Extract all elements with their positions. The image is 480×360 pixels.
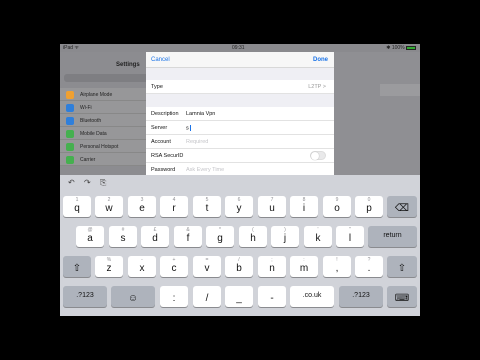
return-key[interactable]: return — [368, 226, 417, 247]
settings-title: Settings — [116, 62, 140, 68]
account-label: Account — [151, 139, 171, 145]
keyboard-toolbar: ↶ ↷ ⎘ — [60, 175, 420, 191]
redo-icon[interactable]: ↷ — [84, 178, 91, 187]
phone-icon — [66, 156, 74, 164]
key-period[interactable]: ?. — [355, 256, 383, 277]
settings-item-carrier[interactable]: Carrier — [60, 153, 160, 166]
password-label: Password — [151, 167, 176, 173]
key-e[interactable]: 3e — [128, 196, 156, 217]
key-underscore[interactable]: _ — [225, 286, 253, 307]
key-r[interactable]: 4r — [160, 196, 188, 217]
type-label: Type — [151, 84, 163, 90]
key-z[interactable]: % z — [95, 256, 123, 277]
keyboard: ↶ ↷ ⎘ 1q 2w 3e 4r 5t 6y 7u 8i 9o 0p ⌫ @ a… — [60, 175, 420, 316]
cancel-button[interactable]: Cancel — [151, 57, 170, 63]
key-x[interactable]: -x — [128, 256, 156, 277]
done-button[interactable]: Done — [313, 57, 328, 63]
emoji-icon: ☺ — [127, 293, 139, 304]
key-a[interactable]: @ a — [76, 226, 104, 247]
key-c[interactable]: + c — [160, 256, 188, 277]
key-t[interactable]: 5t — [193, 196, 221, 217]
hide-keyboard-key[interactable]: ⌨ — [387, 286, 417, 307]
keyboard-hide-icon: ⌨ — [394, 293, 410, 304]
shift-right-key[interactable]: ⇧ — [387, 256, 417, 277]
shift-icon: ⇧ — [72, 263, 82, 274]
emoji-key[interactable]: ☺ — [111, 286, 155, 307]
key-w[interactable]: 2w — [95, 196, 123, 217]
undo-icon[interactable]: ↶ — [68, 178, 75, 187]
key-k[interactable]: ' k — [304, 226, 332, 247]
battery-icon — [406, 45, 416, 50]
status-bar: iPad ᯤ 09:31 ✱ 100% — [60, 44, 420, 52]
description-label: Description — [151, 111, 179, 117]
account-row[interactable]: Account Required — [146, 135, 334, 149]
key-y[interactable]: 6y — [225, 196, 253, 217]
bluetooth-icon — [66, 117, 74, 125]
key-f[interactable]: & f — [174, 226, 202, 247]
shift-icon: ⇧ — [397, 263, 407, 274]
numbers-key[interactable]: .?123 — [63, 286, 107, 307]
key-l[interactable]: " l — [336, 226, 364, 247]
key-s[interactable]: # s — [109, 226, 137, 247]
wifi-icon — [66, 104, 74, 112]
numbers-key-right[interactable]: .?123 — [339, 286, 383, 307]
settings-item-bluetooth[interactable]: Bluetooth — [60, 114, 160, 127]
key-h[interactable]: (h — [239, 226, 267, 247]
key-n[interactable]: ; n — [258, 256, 286, 277]
text-caret — [189, 125, 191, 131]
key-p[interactable]: 0p — [355, 196, 383, 217]
server-row[interactable]: Server s — [146, 121, 334, 135]
delete-key[interactable]: ⌫ — [387, 196, 417, 217]
key-o[interactable]: 9o — [323, 196, 351, 217]
airplane-icon — [66, 91, 74, 99]
description-row[interactable]: Description Lamnia Vpn — [146, 107, 334, 121]
hotspot-icon — [66, 143, 74, 151]
key-q[interactable]: 1q — [63, 196, 91, 217]
backspace-icon: ⌫ — [394, 203, 410, 214]
type-row[interactable]: Type L2TP > — [146, 80, 334, 94]
ipad-screen: iPad ᯤ 09:31 ✱ 100% Settings Airplane Mo… — [60, 44, 420, 316]
key-comma[interactable]: !, — [323, 256, 351, 277]
status-carrier: iPad ᯤ — [63, 45, 79, 51]
settings-item-personal-hotspot[interactable]: Personal Hotspot — [60, 140, 160, 153]
rsa-securid-label: RSA SecurID — [151, 153, 184, 159]
paste-icon[interactable]: ⎘ — [100, 178, 106, 188]
key-v[interactable]: = v — [193, 256, 221, 277]
key-b[interactable]: / b — [225, 256, 253, 277]
settings-list: Airplane Mode Wi-Fi Bluetooth Mobile Dat… — [60, 88, 160, 166]
account-field[interactable]: Required — [186, 139, 208, 145]
settings-item-wifi[interactable]: Wi-Fi — [60, 101, 160, 114]
antenna-icon — [66, 130, 74, 138]
shift-left-key[interactable]: ⇧ — [63, 256, 91, 277]
detail-row — [380, 84, 420, 96]
type-value: L2TP > — [308, 84, 326, 90]
key-slash[interactable]: / — [193, 286, 221, 307]
key-j[interactable]: ) j — [271, 226, 299, 247]
key-d[interactable]: £ d — [141, 226, 169, 247]
co-uk-key[interactable]: .co.uk — [290, 286, 334, 307]
key-colon[interactable]: : — [160, 286, 188, 307]
key-g[interactable]: * g — [206, 226, 234, 247]
description-field[interactable]: Lamnia Vpn — [186, 111, 215, 117]
modal-header: Cancel Done — [146, 52, 334, 68]
key-m[interactable]: :m — [290, 256, 318, 277]
rsa-securid-toggle[interactable] — [310, 151, 326, 160]
status-time: 09:31 — [232, 45, 245, 51]
settings-item-mobile-data[interactable]: Mobile Data — [60, 127, 160, 140]
settings-item-airplane-mode[interactable]: Airplane Mode — [60, 88, 160, 101]
status-battery-text: ✱ 100% — [386, 45, 416, 51]
key-dash[interactable]: - — [258, 286, 286, 307]
server-label: Server — [151, 125, 168, 131]
rsa-securid-row: RSA SecurID — [146, 149, 334, 163]
key-i[interactable]: 8i — [290, 196, 318, 217]
search-field[interactable] — [64, 74, 156, 82]
key-u[interactable]: 7u — [258, 196, 286, 217]
server-field[interactable]: s — [186, 125, 191, 131]
password-field[interactable]: Ask Every Time — [186, 167, 224, 173]
